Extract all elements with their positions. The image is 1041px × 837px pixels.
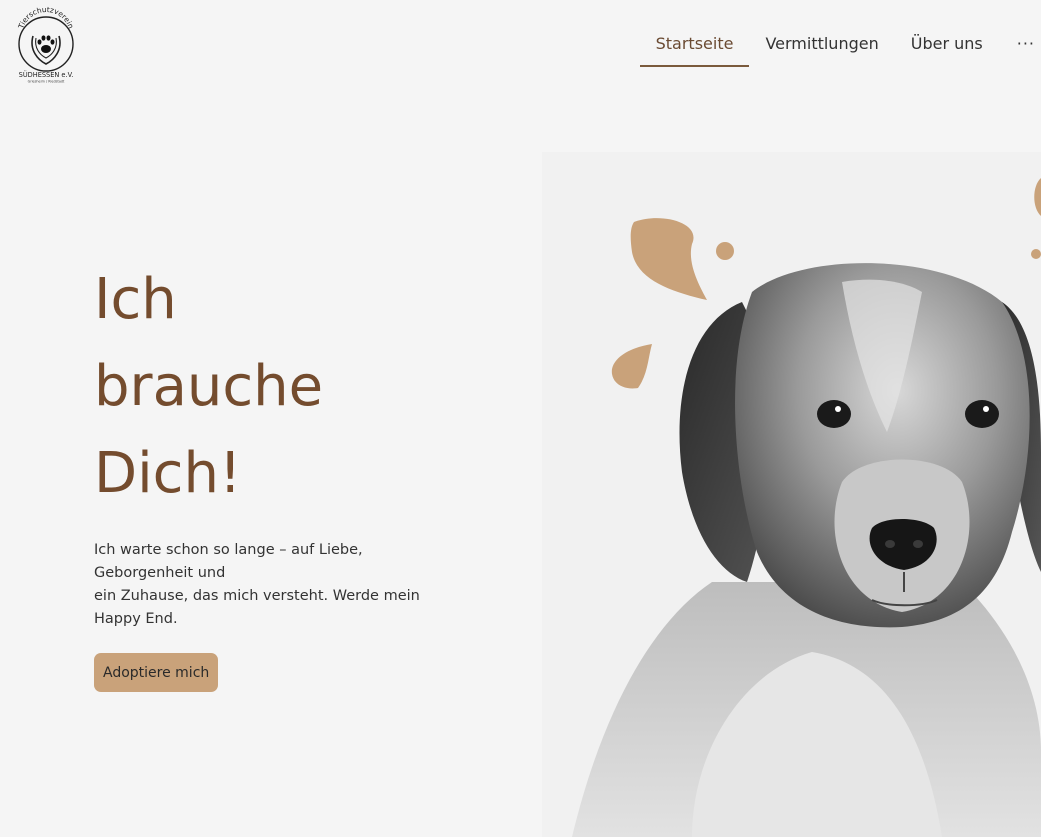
- dog-illustration-icon: [572, 178, 1041, 837]
- hero-description-line: Geborgenheit und: [94, 565, 226, 581]
- hero-title-line: Ich: [94, 267, 177, 332]
- hero-title: Ich brauche Dich!: [94, 256, 323, 517]
- leaf-shape: [1034, 178, 1041, 216]
- accent-dot: [1031, 249, 1041, 259]
- page: Tierschutzverein SÜDHESSEN e.V. Grieshei…: [0, 0, 1041, 837]
- hero-description-line: ein Zuhause, das mich versteht. Werde me…: [94, 588, 420, 604]
- dog-photo: [542, 152, 1041, 837]
- leaf-shape: [611, 344, 652, 389]
- hero-title-line: Dich!: [94, 441, 242, 506]
- hero-description: Ich warte schon so lange – auf Liebe, Ge…: [94, 539, 439, 631]
- accent-dot: [716, 242, 734, 260]
- hero-description-line: Happy End.: [94, 611, 178, 627]
- main-nav: Startseite Vermittlungen Über uns ···: [639, 22, 1041, 68]
- dog-eye: [817, 400, 851, 428]
- paw-hands-logo-icon: Tierschutzverein SÜDHESSEN e.V. Grieshei…: [16, 5, 76, 84]
- logo[interactable]: Tierschutzverein SÜDHESSEN e.V. Grieshei…: [14, 5, 78, 84]
- nav-item-vermittlungen[interactable]: Vermittlungen: [749, 22, 894, 67]
- nav-more-icon[interactable]: ···: [999, 22, 1041, 67]
- logo-tagline: Griesheim / Riedstadt: [28, 80, 65, 84]
- nav-item-ueber-uns[interactable]: Über uns: [895, 22, 999, 67]
- adopt-button[interactable]: Adoptiere mich: [94, 653, 219, 692]
- leaf-shape: [630, 218, 707, 300]
- hero-description-line: Ich warte schon so lange – auf Liebe,: [94, 542, 363, 558]
- hero-title-line: brauche: [94, 354, 324, 419]
- nav-item-startseite[interactable]: Startseite: [639, 22, 750, 67]
- logo-name: SÜDHESSEN e.V.: [19, 70, 74, 79]
- dog-eye: [965, 400, 999, 428]
